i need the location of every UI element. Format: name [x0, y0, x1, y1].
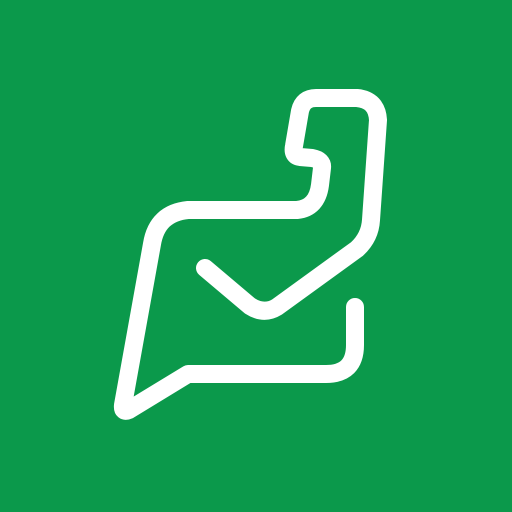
app-icon	[0, 0, 512, 512]
icon-background	[0, 0, 512, 512]
app-icon-graphic	[0, 0, 512, 512]
